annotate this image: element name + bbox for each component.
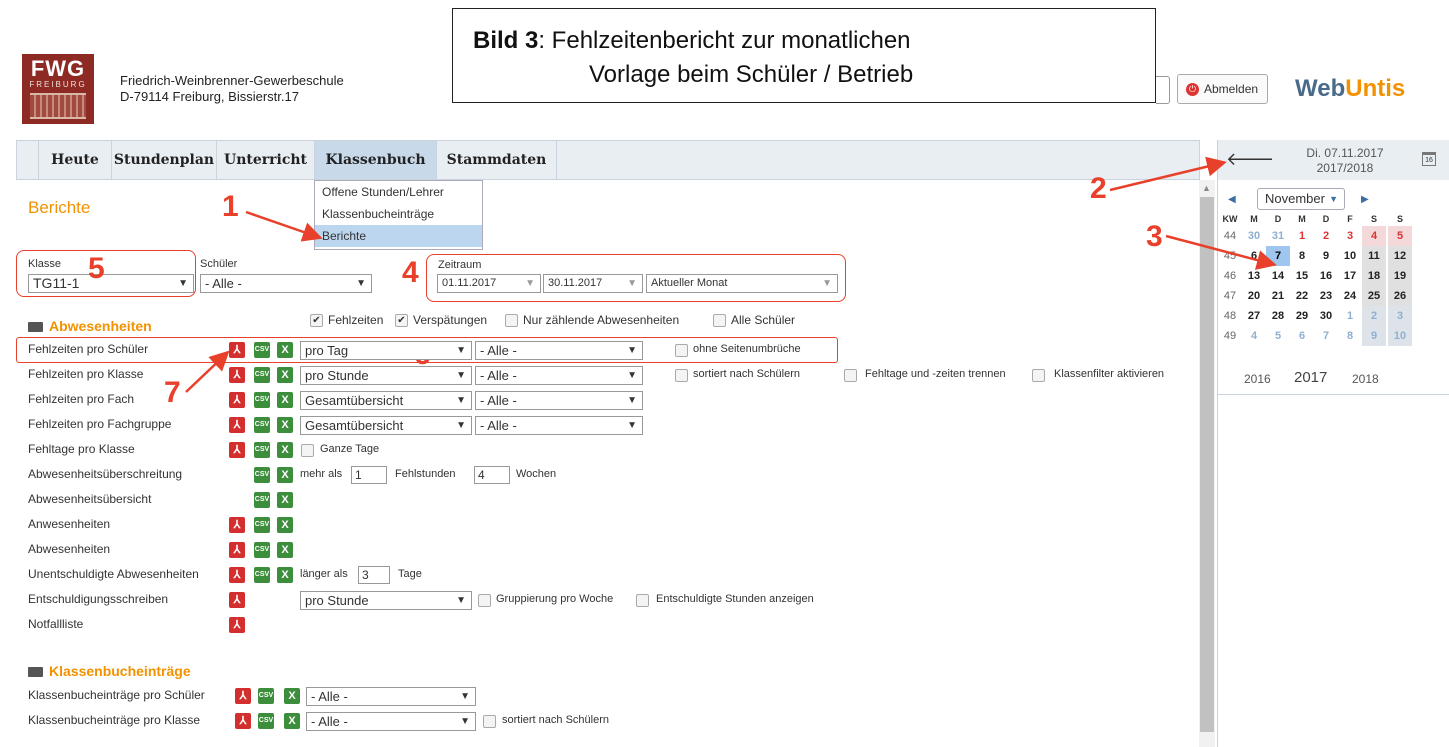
arrow-1 [245, 210, 323, 242]
annotation-arrows [185, 156, 1277, 393]
arrow-3 [1165, 234, 1277, 270]
arrow-2 [1109, 156, 1227, 192]
arrow-7 [185, 350, 230, 393]
